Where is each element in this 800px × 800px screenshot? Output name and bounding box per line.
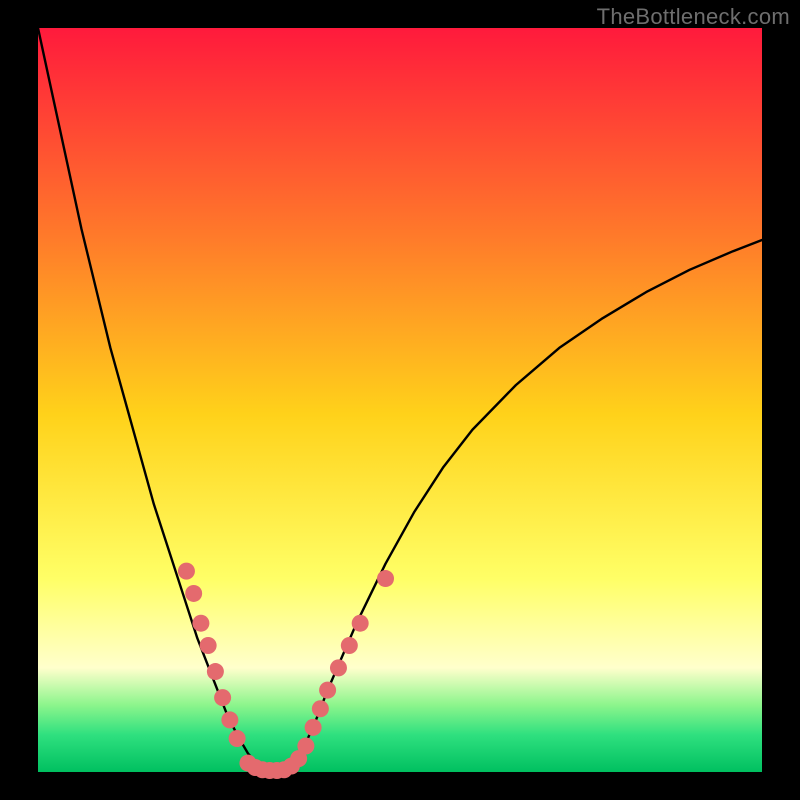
data-point xyxy=(178,563,195,580)
data-point xyxy=(229,730,246,747)
data-point xyxy=(312,700,329,717)
plot-background xyxy=(38,28,762,772)
data-point xyxy=(207,663,224,680)
data-point xyxy=(330,659,347,676)
data-point xyxy=(319,682,336,699)
data-point xyxy=(185,585,202,602)
data-point xyxy=(200,637,217,654)
watermark-label: TheBottleneck.com xyxy=(597,4,790,30)
data-point xyxy=(297,737,314,754)
data-point xyxy=(214,689,231,706)
data-point xyxy=(341,637,358,654)
data-point xyxy=(221,711,238,728)
chart-frame: TheBottleneck.com xyxy=(0,0,800,800)
bottleneck-chart xyxy=(0,0,800,800)
data-point xyxy=(377,570,394,587)
data-point xyxy=(305,719,322,736)
data-point xyxy=(352,615,369,632)
data-point xyxy=(192,615,209,632)
